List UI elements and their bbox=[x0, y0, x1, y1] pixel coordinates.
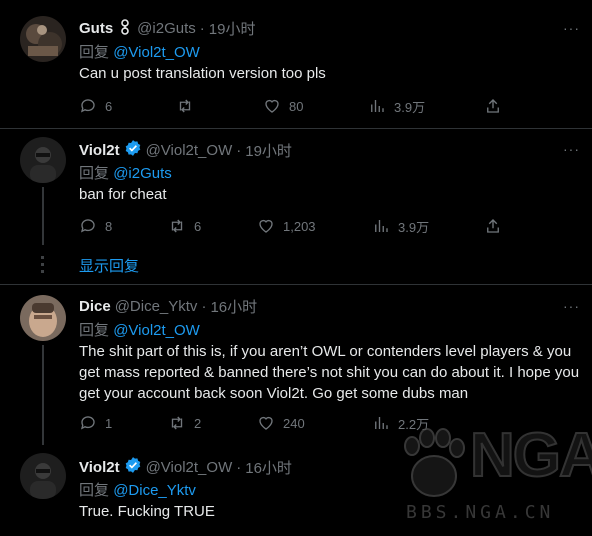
retweet-button[interactable]: 6 bbox=[168, 216, 201, 236]
reply-prefix: 回复 bbox=[79, 165, 110, 182]
like-count: 1,203 bbox=[283, 218, 316, 234]
like-count: 240 bbox=[283, 415, 305, 431]
reply-mention[interactable]: @Dice_Yktv bbox=[113, 482, 196, 499]
tweet-text: The shit part of this is, if you aren’t … bbox=[79, 343, 580, 402]
separator: · bbox=[236, 458, 242, 476]
avatar[interactable] bbox=[20, 295, 66, 341]
views-icon bbox=[375, 417, 388, 429]
show-replies-link[interactable]: 显示回复 bbox=[79, 255, 139, 276]
author-handle[interactable]: @Viol2t_OW bbox=[146, 459, 233, 476]
verified-icon bbox=[124, 456, 142, 478]
tweet-viol2t[interactable]: Viol2t @Viol2t_OW · 19小时 ··· 回复 @i2Guts … bbox=[0, 129, 592, 249]
tweet-actions: 8 6 1,203 3.9万 bbox=[79, 216, 519, 236]
reply-context: 回复 @Viol2t_OW bbox=[79, 41, 200, 62]
reply-icon bbox=[80, 219, 95, 233]
reply-mention[interactable]: @Viol2t_OW bbox=[113, 44, 200, 61]
retweet-icon bbox=[171, 219, 183, 233]
views-icon bbox=[375, 220, 388, 232]
author-name[interactable]: Dice bbox=[79, 298, 111, 315]
retweet-button[interactable] bbox=[176, 96, 202, 116]
reply-button[interactable]: 1 bbox=[79, 413, 112, 433]
more-options-icon[interactable]: ··· bbox=[563, 298, 580, 314]
share-icon bbox=[487, 219, 499, 233]
reply-prefix: 回复 bbox=[79, 482, 110, 499]
reply-count: 8 bbox=[105, 218, 113, 234]
reply-context: 回复 @Dice_Yktv bbox=[79, 479, 196, 500]
like-button[interactable]: 240 bbox=[257, 413, 305, 433]
more-options-icon[interactable]: ··· bbox=[563, 20, 580, 36]
author-handle[interactable]: @i2Guts bbox=[137, 20, 196, 37]
watermark-url: BBS.NGA.CN bbox=[406, 502, 555, 523]
reply-prefix: 回复 bbox=[79, 44, 110, 61]
watermark-logo: NGA bbox=[469, 420, 592, 491]
view-count: 3.9万 bbox=[398, 219, 430, 235]
view-count: 3.9万 bbox=[394, 99, 426, 115]
heart-icon bbox=[259, 416, 273, 430]
tweet-actions: 6 80 3.9万 bbox=[79, 96, 519, 116]
author-handle[interactable]: @Dice_Yktv bbox=[115, 298, 198, 315]
thread-line bbox=[42, 187, 44, 245]
timestamp[interactable]: 19小时 bbox=[245, 140, 292, 161]
reply-button[interactable]: 8 bbox=[79, 216, 112, 236]
retweet-icon bbox=[179, 99, 191, 113]
avatar[interactable] bbox=[20, 453, 66, 499]
author-name[interactable]: Viol2t bbox=[79, 459, 120, 476]
timestamp[interactable]: 16小时 bbox=[210, 296, 257, 317]
tweet-text: ban for cheat bbox=[79, 186, 167, 203]
avatar[interactable] bbox=[20, 16, 66, 62]
timestamp[interactable]: 16小时 bbox=[245, 457, 292, 478]
separator: · bbox=[201, 298, 207, 315]
retweet-button[interactable]: 2 bbox=[168, 413, 201, 433]
reply-icon bbox=[80, 99, 95, 113]
reply-context: 回复 @Viol2t_OW bbox=[79, 319, 200, 340]
share-icon bbox=[487, 99, 499, 113]
timestamp[interactable]: 19小时 bbox=[209, 18, 256, 39]
paw-logo-icon bbox=[404, 428, 465, 497]
retweet-icon bbox=[171, 416, 183, 430]
thread-line bbox=[42, 345, 44, 445]
views-button[interactable]: 3.9万 bbox=[372, 216, 429, 236]
reply-button[interactable]: 6 bbox=[79, 96, 112, 116]
link-icon bbox=[117, 18, 133, 39]
tweet-guts[interactable]: Guts @i2Guts · 19小时 ··· 回复 @Viol2t_OW Ca… bbox=[0, 0, 592, 128]
reply-icon bbox=[80, 416, 95, 430]
views-icon bbox=[371, 100, 384, 112]
separator: · bbox=[199, 20, 205, 37]
avatar[interactable] bbox=[20, 137, 66, 183]
reply-count: 1 bbox=[105, 415, 113, 431]
verified-icon bbox=[124, 139, 142, 161]
reply-mention[interactable]: @Viol2t_OW bbox=[113, 322, 200, 339]
like-count: 80 bbox=[289, 98, 304, 114]
share-button[interactable] bbox=[484, 96, 502, 116]
retweet-count: 2 bbox=[194, 415, 202, 431]
reply-count: 6 bbox=[105, 98, 113, 114]
separator: · bbox=[236, 141, 242, 159]
author-name[interactable]: Viol2t bbox=[79, 142, 120, 159]
heart-icon bbox=[259, 219, 273, 233]
nga-watermark: NGA BBS.NGA.CN bbox=[400, 420, 592, 530]
reply-mention[interactable]: @i2Guts bbox=[113, 165, 172, 182]
thread-dots bbox=[41, 256, 44, 277]
retweet-count: 6 bbox=[194, 218, 202, 234]
author-handle[interactable]: @Viol2t_OW bbox=[146, 142, 233, 159]
share-button[interactable] bbox=[484, 216, 502, 236]
heart-icon bbox=[265, 99, 279, 113]
like-button[interactable]: 1,203 bbox=[257, 216, 316, 236]
reply-context: 回复 @i2Guts bbox=[79, 162, 172, 183]
views-button[interactable]: 3.9万 bbox=[368, 96, 425, 116]
tweet-text: Can u post translation version too pls bbox=[79, 65, 326, 82]
more-options-icon[interactable]: ··· bbox=[563, 141, 580, 157]
author-name[interactable]: Guts bbox=[79, 20, 113, 37]
like-button[interactable]: 80 bbox=[263, 96, 303, 116]
reply-prefix: 回复 bbox=[79, 322, 110, 339]
